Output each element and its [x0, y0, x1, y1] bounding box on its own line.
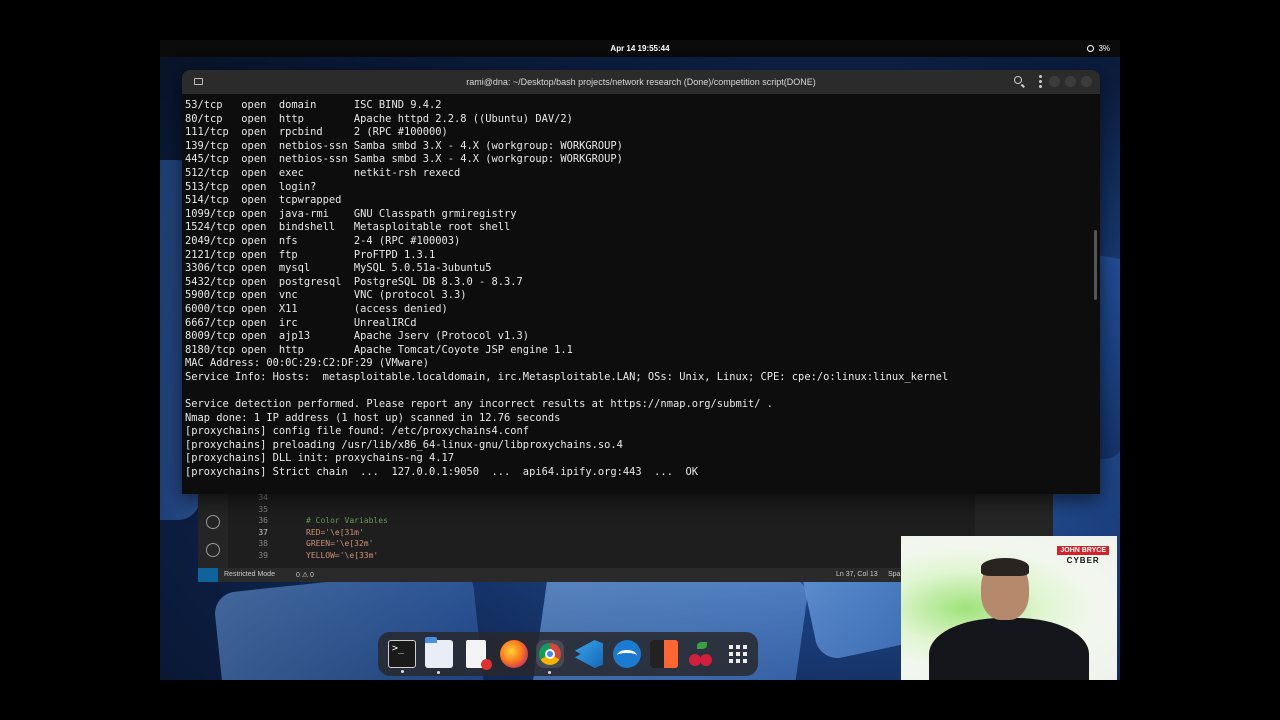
terminal-line: 513/tcp open login?: [185, 180, 317, 193]
remote-indicator-icon[interactable]: [198, 568, 218, 582]
brand-bottom: CYBER: [1066, 556, 1100, 565]
vscode-icon[interactable]: [575, 640, 603, 668]
cursor-position[interactable]: Ln 37, Col 13: [836, 571, 878, 578]
terminal-output[interactable]: 53/tcp open domain ISC BIND 9.4.2 80/tcp …: [185, 99, 1085, 489]
terminal-line: 53/tcp open domain ISC BIND 9.4.2: [185, 99, 442, 111]
terminal-line: 80/tcp open http Apache httpd 2.2.8 ((Ub…: [185, 112, 573, 125]
search-icon[interactable]: [1014, 76, 1022, 84]
terminal-line: Nmap done: 1 IP address (1 host up) scan…: [185, 411, 561, 424]
webcam-overlay: JOHN BRYCE CYBER: [901, 536, 1117, 680]
code-line[interactable]: GREEN='\e[32m': [306, 539, 373, 548]
power-icon: [1087, 45, 1095, 52]
code-line[interactable]: YELLOW='\e[33m': [306, 551, 378, 560]
presenter-body: [929, 618, 1089, 680]
code-line[interactable]: RED='\e[31m': [306, 528, 364, 537]
clock[interactable]: Apr 14 19:55:44: [160, 44, 1120, 53]
terminal-line: 1099/tcp open java-rmi GNU Classpath grm…: [185, 207, 517, 220]
terminal-scrollbar[interactable]: [1094, 230, 1097, 300]
terminal-line: 6000/tcp open X11 (access denied): [185, 302, 448, 315]
terminal-line: [proxychains] DLL init: proxychains-ng 4…: [185, 452, 454, 465]
terminal-line: 514/tcp open tcpwrapped: [185, 194, 342, 207]
line-number: 38: [258, 539, 268, 548]
maximize-button[interactable]: [1065, 76, 1076, 87]
terminal-line: [proxychains] preloading /usr/lib/x86_64…: [185, 438, 623, 451]
terminal-line: 5432/tcp open postgresql PostgreSQL DB 8…: [185, 275, 523, 288]
top-bar: Apr 14 19:55:44 3%: [160, 40, 1120, 57]
cherrytree-icon[interactable]: [687, 640, 715, 668]
terminal-line: 2121/tcp open ftp ProFTPD 1.3.1: [185, 248, 436, 261]
settings-gear-icon[interactable]: [206, 543, 220, 557]
terminal-line: [proxychains] config file found: /etc/pr…: [185, 425, 530, 438]
terminal-line: 3306/tcp open mysql MySQL 5.0.51a-3ubunt…: [185, 262, 492, 275]
terminal-line: 8180/tcp open http Apache Tomcat/Coyote …: [185, 343, 573, 356]
system-status[interactable]: 3%: [1087, 44, 1110, 53]
line-number: 34: [258, 493, 268, 502]
terminal-line: Service detection performed. Please repo…: [185, 398, 774, 411]
battery-percent: 3%: [1098, 44, 1110, 53]
close-button[interactable]: [1081, 76, 1092, 87]
app-grid-icon[interactable]: [724, 640, 752, 668]
terminal-line: 2049/tcp open nfs 2-4 (RPC #100003): [185, 234, 461, 247]
terminal-line: [proxychains] Strict chain ... 127.0.0.1…: [185, 466, 698, 479]
terminal-line: MAC Address: 00:0C:29:C2:DF:29 (VMware): [185, 357, 429, 370]
problems-count[interactable]: 0 ⚠ 0: [296, 571, 314, 579]
indentation-setting[interactable]: Spa: [888, 571, 900, 578]
menu-icon[interactable]: [1039, 75, 1042, 88]
brand-logo: JOHN BRYCE CYBER: [1057, 546, 1109, 565]
restricted-mode-indicator[interactable]: Restricted Mode: [224, 571, 275, 578]
text-editor-icon[interactable]: [466, 640, 492, 670]
line-number: 39: [258, 550, 268, 560]
terminal-line: 1524/tcp open bindshell Metasploitable r…: [185, 221, 511, 234]
code-line[interactable]: # Color Variables: [306, 516, 388, 525]
firefox-icon[interactable]: [500, 640, 528, 668]
account-icon[interactable]: [206, 515, 220, 529]
terminal-line: 111/tcp open rpcbind 2 (RPC #100000): [185, 126, 448, 139]
terminal-icon[interactable]: >_: [388, 640, 416, 673]
terminal-line: Service Info: Hosts: metasploitable.loca…: [185, 370, 949, 383]
terminal-line: 5900/tcp open vnc VNC (protocol 3.3): [185, 289, 467, 302]
line-number: 37: [258, 527, 268, 537]
terminal-line: 8009/tcp open ajp13 Apache Jserv (Protoc…: [185, 330, 530, 343]
chrome-icon[interactable]: [536, 640, 564, 674]
wireshark-icon[interactable]: [613, 640, 641, 668]
minimize-button[interactable]: [1049, 76, 1060, 87]
terminal-line: 6667/tcp open irc UnrealIRCd: [185, 316, 417, 329]
dock: >_: [378, 632, 758, 676]
terminal-line: 512/tcp open exec netkit-rsh rexecd: [185, 166, 461, 179]
brand-top: JOHN BRYCE: [1057, 546, 1109, 555]
terminal-line: 139/tcp open netbios-ssn Samba smbd 3.X …: [185, 139, 623, 152]
files-icon[interactable]: [425, 637, 453, 674]
terminal-title: rami@dna: ~/Desktop/bash projects/networ…: [466, 77, 816, 87]
terminal-header-bar[interactable]: rami@dna: ~/Desktop/bash projects/networ…: [182, 70, 1100, 94]
burpsuite-icon[interactable]: [650, 640, 678, 668]
line-number: 36: [258, 516, 268, 525]
line-number: 35: [258, 504, 268, 514]
terminal-window[interactable]: rami@dna: ~/Desktop/bash projects/networ…: [182, 70, 1100, 494]
terminal-line: 445/tcp open netbios-ssn Samba smbd 3.X …: [185, 153, 623, 166]
